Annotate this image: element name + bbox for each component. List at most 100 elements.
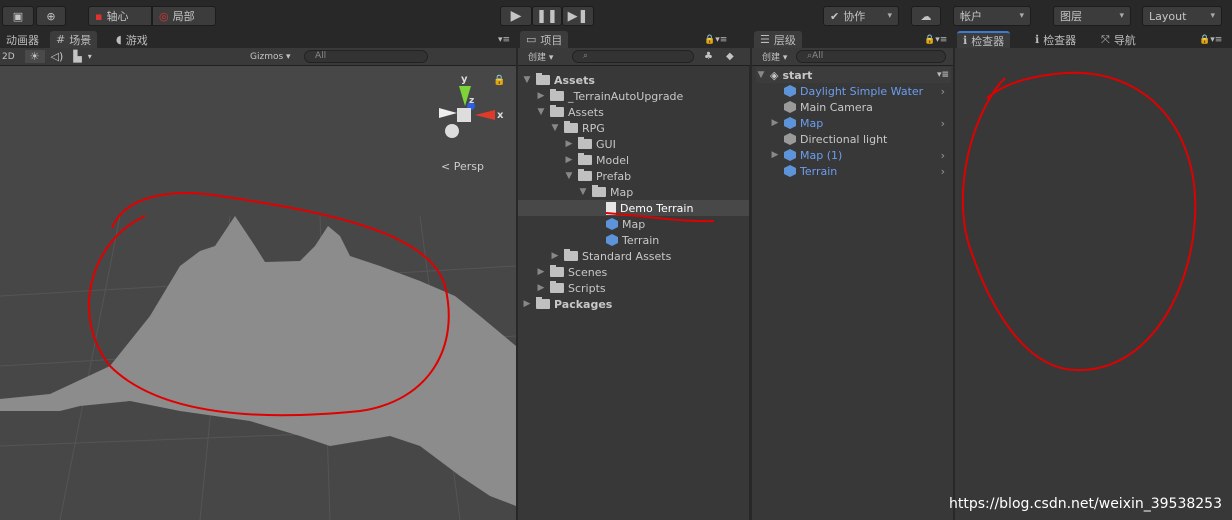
prefab-cube-icon — [784, 85, 796, 97]
neg-z-cone-icon[interactable] — [445, 124, 459, 138]
pivot-icon: ▪ — [95, 9, 103, 23]
create-dropdown[interactable]: 创建 ▾ — [762, 50, 787, 63]
play-button[interactable]: ▶ — [500, 6, 532, 26]
x-axis-cone-icon[interactable] — [475, 110, 495, 120]
project-tabbar: ▭ 项目 🔒▾≡ — [518, 31, 750, 48]
folder-icon — [550, 265, 564, 277]
account-dropdown[interactable]: 帐户 — [953, 6, 1031, 26]
info-icon: ℹ — [963, 34, 968, 47]
project-item[interactable]: ▶ Packages — [518, 296, 749, 312]
hierarchy-search-input[interactable]: ⌕All — [796, 50, 946, 63]
gameobject-cube-icon — [784, 133, 796, 145]
annotation-underline — [605, 212, 715, 223]
tab-hierarchy[interactable]: ☰ 层级 — [754, 31, 802, 48]
lock-icon[interactable]: 🔒 — [493, 75, 505, 86]
project-search-input[interactable]: ⌕ — [572, 50, 694, 63]
annotation-circle — [961, 71, 1197, 372]
hierarchy-tabbar: ☰ 层级 🔒▾≡ — [752, 31, 953, 48]
list-icon: ☰ — [760, 33, 770, 46]
navigation-icon: ⤧ — [1101, 32, 1110, 46]
inspector-body: https://blog.csdn.net/weixin_39538253 — [949, 48, 1232, 520]
local-toggle[interactable]: ◎ 局部 — [152, 6, 216, 26]
lock-icon[interactable]: 🔒▾≡ — [704, 35, 727, 45]
scene-view[interactable]: y z x 🔒 < Persp — [0, 66, 516, 520]
persp-label[interactable]: < Persp — [441, 160, 484, 173]
lock-icon[interactable]: 🔒▾≡ — [924, 35, 947, 45]
effects-toggle-icon[interactable]: ▙ — [73, 50, 81, 63]
tab-inspector[interactable]: ℹ 检查器 — [957, 31, 1011, 48]
expand-arrow-icon[interactable]: ▶ — [536, 267, 546, 277]
project-item[interactable]: ▶ Scripts — [518, 280, 749, 296]
scene-menu-icon[interactable]: ▾≡ — [937, 70, 949, 80]
expand-arrow-icon[interactable]: ▶ — [770, 118, 780, 128]
info-icon: ℹ — [1035, 33, 1040, 46]
scene-tabbar: 动画器 # 场景 ◖ 游戏 ▾≡ — [0, 31, 516, 48]
inspector-tabbar: ℹ 检查器 ℹ 检查器 ⤧ 导航 🔒▾≡ — [955, 31, 1232, 48]
create-dropdown[interactable]: 创建 ▾ — [528, 50, 553, 63]
audio-toggle-icon[interactable]: ◁) — [51, 50, 64, 63]
lock-icon[interactable]: 🔒▾≡ — [1199, 35, 1222, 45]
hierarchy-tree: ▼ ◈ start ▾≡ Daylight Simple Water › Main Ca… — [752, 66, 953, 520]
hierarchy-item[interactable]: Daylight Simple Water › — [770, 83, 951, 99]
tab-inspector-2[interactable]: ℹ 检查器 — [1029, 31, 1082, 48]
tab-game[interactable]: ◖ 游戏 — [110, 31, 154, 48]
filter-by-label-icon[interactable]: ◆ — [726, 51, 734, 62]
tab-navigation[interactable]: ⤧ 导航 — [1095, 31, 1142, 48]
scene-row[interactable]: ▼ ◈ start ▾≡ — [756, 67, 951, 83]
hierarchy-item[interactable]: Terrain › — [770, 163, 951, 179]
local-icon: ◎ — [159, 9, 169, 23]
open-prefab-chevron-icon[interactable]: › — [941, 165, 945, 178]
open-prefab-chevron-icon[interactable]: › — [941, 85, 945, 98]
pivot-toggle[interactable]: ▪ 轴心 — [88, 6, 152, 26]
layout-dropdown[interactable]: Layout — [1142, 6, 1222, 26]
expand-arrow-icon[interactable]: ▶ — [770, 150, 780, 160]
open-prefab-chevron-icon[interactable]: › — [941, 117, 945, 130]
hierarchy-item[interactable]: ▶ Map (1) › — [770, 147, 951, 163]
neg-x-cone-icon[interactable] — [439, 108, 457, 118]
hierarchy-toolbar: 创建 ▾ ⌕All — [752, 48, 953, 66]
folder-icon — [550, 281, 564, 293]
expand-arrow-icon[interactable]: ▶ — [536, 283, 546, 293]
folder-icon — [536, 297, 550, 309]
open-prefab-chevron-icon[interactable]: › — [941, 149, 945, 162]
effects-dropdown-icon[interactable]: ▾ — [88, 52, 92, 61]
tab-animator[interactable]: 动画器 — [0, 31, 45, 48]
tab-project[interactable]: ▭ 项目 — [520, 31, 569, 48]
filter-by-type-icon[interactable]: ♣ — [704, 51, 713, 62]
center-cube-icon[interactable] — [457, 108, 471, 122]
folder-icon: ▭ — [526, 33, 537, 46]
scene-toolbar: 2D ☀ ◁) ▙ ▾ Gizmos ▾ All — [0, 48, 516, 66]
tab-scene[interactable]: # 场景 — [50, 31, 98, 48]
unity-scene-icon: ◈ — [770, 68, 779, 82]
rect-transform-tool-button[interactable]: ⊕ — [36, 6, 66, 26]
orientation-gizmo[interactable]: y z x — [437, 74, 503, 154]
prefab-cube-icon — [784, 165, 796, 177]
step-button[interactable]: ▶❚ — [562, 6, 594, 26]
prefab-cube-icon — [784, 149, 796, 161]
cloud-button[interactable]: ☁ — [911, 6, 941, 26]
layers-dropdown[interactable]: 图层 — [1053, 6, 1131, 26]
collab-dropdown[interactable]: ✔ 协作 — [823, 6, 899, 26]
lighting-toggle-icon[interactable]: ☀ — [24, 50, 45, 63]
scene-search-input[interactable]: All — [304, 50, 428, 63]
expand-arrow-icon[interactable]: ▼ — [756, 70, 766, 80]
2d-toggle[interactable]: 2D — [2, 52, 15, 62]
project-toolbar: 创建 ▾ ⌕ ♣ ◆ — [518, 48, 750, 66]
pause-button[interactable]: ❚❚ — [532, 6, 562, 26]
hierarchy-item[interactable]: ▶ Map › — [770, 115, 951, 131]
hand-tool-button[interactable]: ▣ — [2, 6, 34, 26]
panel-menu-icon[interactable]: ▾≡ — [498, 35, 510, 45]
prefab-cube-icon — [784, 117, 796, 129]
cloud-icon: ☁ — [920, 9, 932, 23]
gameobject-cube-icon — [784, 101, 796, 113]
pacman-icon: ◖ — [116, 33, 122, 46]
gizmos-dropdown[interactable]: Gizmos ▾ — [250, 52, 291, 62]
hierarchy-item[interactable]: Directional light — [770, 131, 951, 147]
check-icon: ✔ — [830, 9, 840, 23]
project-item[interactable]: ▶ Scenes — [518, 264, 749, 280]
expand-arrow-icon[interactable]: ▶ — [522, 299, 532, 309]
grid-icon: # — [56, 33, 66, 46]
hierarchy-item[interactable]: Main Camera — [770, 99, 951, 115]
project-tree: ▼ Assets ▶ _TerrainAutoUpgrade ▼ Assets ▼ RPG ▶ G… — [518, 66, 749, 520]
watermark: https://blog.csdn.net/weixin_39538253 — [948, 496, 1222, 512]
